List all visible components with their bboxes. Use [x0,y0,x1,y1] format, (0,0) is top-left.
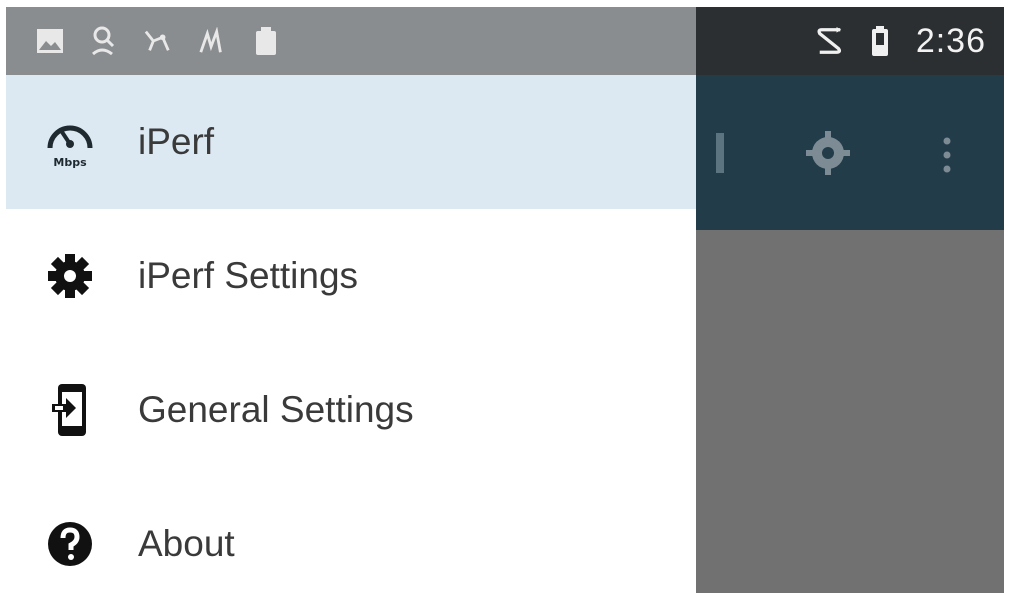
drawer-item-label: About [138,523,235,564]
help-icon [42,516,98,572]
drawer-item-general-settings[interactable]: General Settings [6,343,696,477]
phone-settings-icon [42,382,98,438]
drawer-item-label: iPerf Settings [138,255,359,296]
overflow-menu-icon[interactable] [942,135,952,180]
toolbar-text-fragment [716,133,724,173]
drawer-scrim[interactable] [696,230,1004,593]
swipe-icon [816,27,844,55]
clipboard-icon [252,27,280,55]
speedometer-icon: Mbps [42,114,98,170]
signal-path-icon [198,27,226,55]
drawer-item-about[interactable]: About [6,477,696,593]
drawer-item-iperf[interactable]: Mbps iPerf [6,75,696,209]
gear-icon [42,248,98,304]
navigation-drawer: Mbps iPerf iPerf Settings General Settin… [6,75,696,593]
drawer-item-label: General Settings [138,389,414,430]
search-person-icon [90,26,118,56]
drawer-item-iperf-settings[interactable]: iPerf Settings [6,209,696,343]
route-icon [144,27,172,55]
status-clock: 2:36 [915,21,986,60]
notification-area [6,7,696,75]
system-status-area: 2:36 [816,7,986,75]
toolbar-settings-icon[interactable] [804,129,852,182]
drawer-item-label: iPerf [138,121,215,162]
battery-icon [866,26,894,56]
image-icon [36,27,64,55]
status-bar: 2:36 [6,7,1004,75]
phone-screen: 2:36 Mbps iPerf iPerf Settings General S… [6,7,1004,593]
app-toolbar [696,75,1004,230]
speedometer-unit-label: Mbps [53,156,87,169]
